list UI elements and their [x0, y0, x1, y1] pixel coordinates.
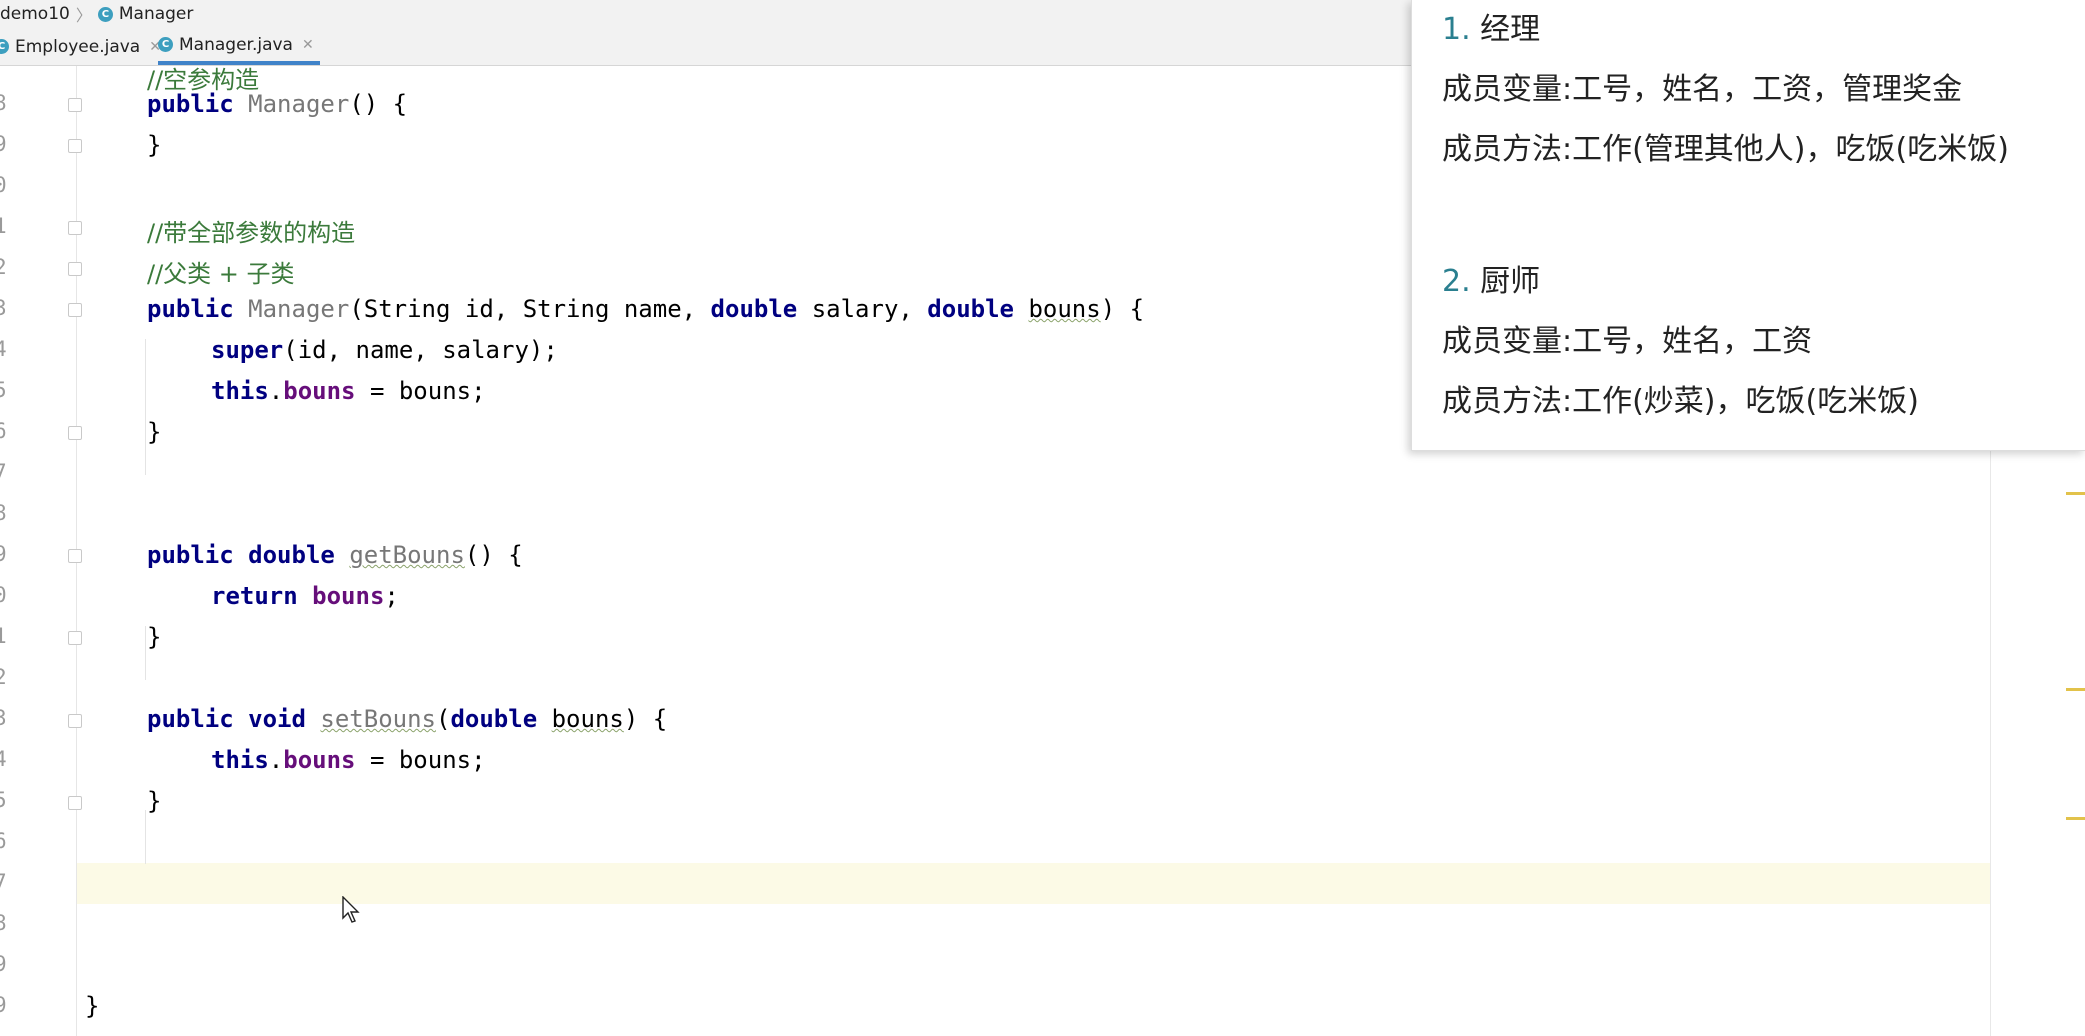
indent-guide: [145, 810, 146, 864]
line-number: 9: [0, 542, 7, 566]
line-number: 7: [0, 870, 7, 894]
line-number: 6: [0, 419, 7, 443]
code-line: this.bouns = bouns;: [211, 377, 486, 405]
code-line: }: [85, 992, 100, 1020]
code-line: return bouns;: [211, 582, 399, 610]
code-line: }: [147, 131, 162, 159]
note-item-2-title: 2. 厨师: [1442, 264, 1541, 299]
code-line: public Manager() {: [147, 90, 408, 118]
note-item-2-methods: 成员方法:工作(炒菜)，吃饭(吃米饭): [1442, 384, 1919, 419]
code-line: this.bouns = bouns;: [211, 746, 486, 774]
code-line: public Manager(String id, String name, d…: [147, 295, 1145, 323]
mouse-cursor-icon: [342, 896, 360, 923]
line-number: 5: [0, 788, 7, 812]
line-number: 4: [0, 747, 7, 771]
code-line: super(id, name, salary);: [211, 336, 558, 364]
line-number: 3: [0, 296, 7, 320]
class-icon: C: [158, 37, 173, 52]
current-line-highlight: [77, 863, 1990, 904]
line-number: 8: [0, 911, 7, 935]
line-number-gutter[interactable]: 8 9 0 1 2 3 4 5 6 7 8 9 0 1 2 3 4 5 6 7 …: [0, 66, 82, 1036]
notes-panel: 1. 经理 成员变量:工号，姓名，工资，管理奖金 成员方法:工作(管理其他人)，…: [1411, 0, 2085, 451]
line-number: 0: [0, 583, 7, 607]
breadcrumb-separator: 〉: [75, 6, 92, 25]
line-number: 8: [0, 501, 7, 525]
breadcrumb-file[interactable]: C Manager: [97, 4, 193, 24]
note-item-1-methods: 成员方法:工作(管理其他人)，吃饭(吃米饭): [1442, 132, 2009, 167]
code-line: public double getBouns() {: [147, 541, 523, 569]
code-line: }: [147, 787, 162, 815]
code-line: public void setBouns(double bouns) {: [147, 705, 668, 733]
warning-marker[interactable]: [2066, 492, 2085, 495]
line-number: 7: [0, 460, 7, 484]
line-number: 3: [0, 706, 7, 730]
note-item-2-vars: 成员变量:工号，姓名，工资: [1442, 324, 1813, 359]
indent-guide: [145, 339, 146, 475]
line-number: 6: [0, 829, 7, 853]
note-item-1-title: 1. 经理: [1442, 12, 1541, 47]
indent-guide: [145, 626, 146, 680]
warning-marker[interactable]: [2066, 688, 2085, 691]
breadcrumb-project[interactable]: demo10: [0, 4, 70, 24]
line-number: 1: [0, 214, 7, 238]
code-line: //父类 + 子类: [147, 260, 295, 288]
code-line: }: [147, 418, 162, 446]
line-number: 9: [0, 993, 7, 1017]
class-icon: C: [97, 6, 113, 22]
close-icon[interactable]: ✕: [302, 37, 314, 53]
code-line: //带全部参数的构造: [147, 219, 356, 247]
line-number: 2: [0, 255, 7, 279]
line-number: 2: [0, 665, 7, 689]
line-number: 0: [0, 173, 7, 197]
tab-employee-java[interactable]: C Employee.java ✕: [0, 28, 161, 65]
code-line: }: [147, 623, 162, 651]
line-number: 4: [0, 337, 7, 361]
warning-marker[interactable]: [2066, 817, 2085, 820]
note-item-1-vars: 成员变量:工号，姓名，工资，管理奖金: [1442, 72, 1963, 107]
tab-manager-java[interactable]: C Manager.java ✕: [158, 28, 320, 65]
line-number: 8: [0, 91, 7, 115]
line-number: 5: [0, 378, 7, 402]
class-icon: C: [0, 39, 9, 54]
line-number: 1: [0, 624, 7, 648]
line-number: 9: [0, 132, 7, 156]
line-number: 9: [0, 952, 7, 976]
